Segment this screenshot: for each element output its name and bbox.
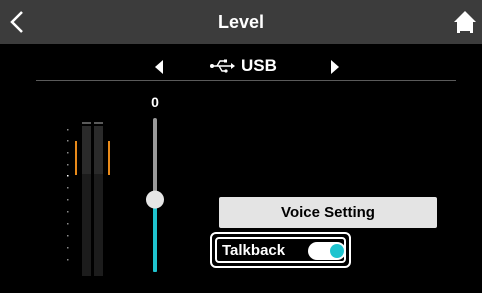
fader-knob[interactable] <box>146 190 164 209</box>
back-button[interactable] <box>4 8 32 36</box>
source-selector: USB <box>209 53 277 79</box>
fader-graphic <box>146 118 164 272</box>
fader-value: 0 <box>151 94 159 110</box>
usb-icon <box>210 59 235 73</box>
talkback-toggle[interactable] <box>308 242 346 260</box>
meter-right <box>94 122 103 276</box>
voice-setting-button[interactable]: Voice Setting <box>219 197 437 228</box>
talkback-label: Talkback <box>222 242 286 259</box>
fader-fill <box>153 199 157 272</box>
talkback-button[interactable]: Talkback <box>210 232 351 268</box>
source-name: USB <box>241 56 277 75</box>
peak-indicator-right <box>108 141 110 175</box>
peak-indicator-left <box>75 141 77 175</box>
chevron-left-icon <box>10 11 23 33</box>
talkback-button-inner: Talkback <box>215 237 346 263</box>
level-meters <box>56 118 126 278</box>
triangle-left-icon <box>155 60 163 74</box>
level-fader[interactable] <box>140 112 170 277</box>
level-screen: Level USB 0 Voice Setting Talkback <box>0 0 482 293</box>
previous-source-button[interactable] <box>150 56 168 78</box>
triangle-right-icon <box>331 60 339 74</box>
next-source-button[interactable] <box>326 56 344 78</box>
home-icon <box>454 11 476 33</box>
meter-graphic <box>67 122 110 276</box>
meter-scale <box>67 129 69 261</box>
toggle-knob <box>330 244 344 258</box>
meter-left <box>82 122 91 276</box>
divider <box>36 80 456 81</box>
page-title: Level <box>217 12 265 32</box>
header-bar: Level <box>0 0 482 44</box>
home-button[interactable] <box>452 9 478 35</box>
